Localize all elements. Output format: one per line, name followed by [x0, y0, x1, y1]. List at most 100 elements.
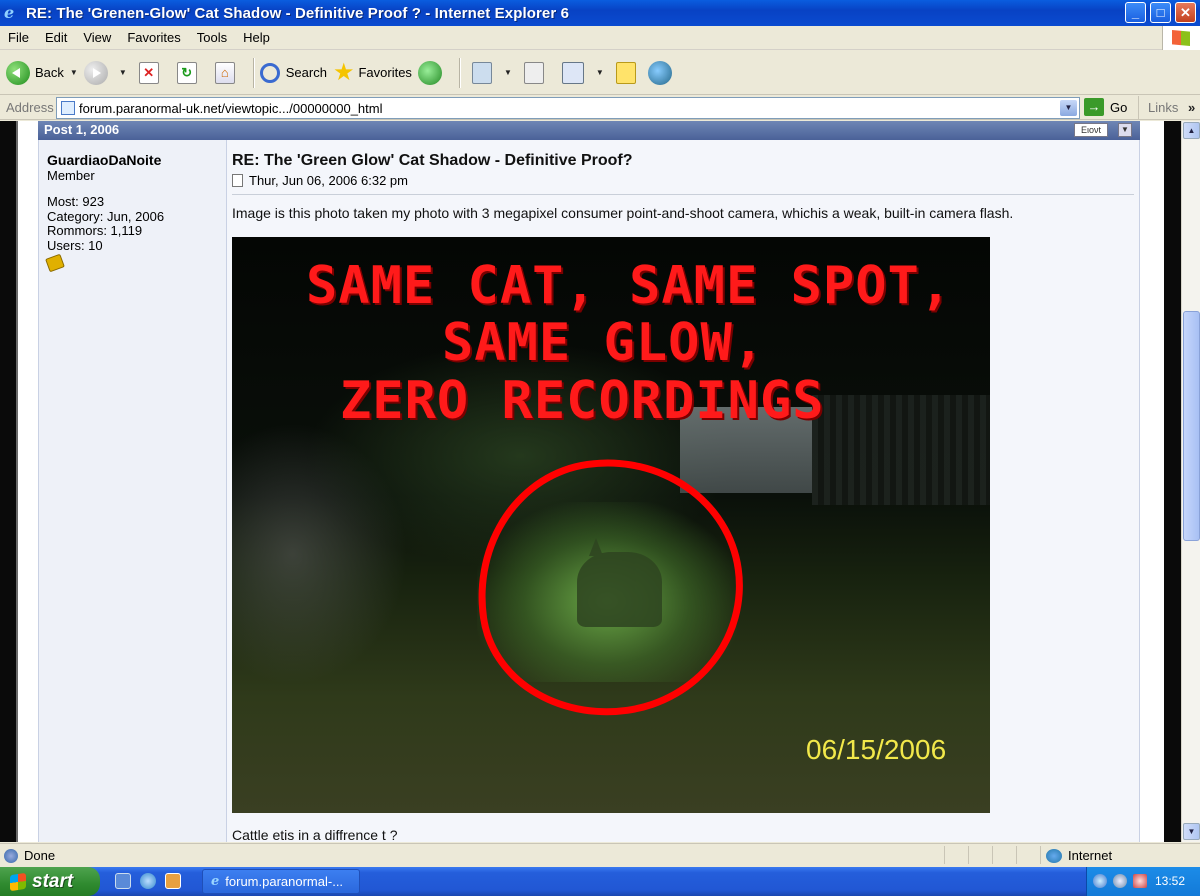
status-text: Done: [24, 848, 56, 863]
address-url: forum.paranormal-uk.net/viewtopic.../000…: [79, 100, 383, 116]
windows-logo-icon: [1162, 26, 1200, 50]
address-input[interactable]: forum.paranormal-uk.net/viewtopic.../000…: [56, 97, 1080, 119]
menu-view[interactable]: View: [75, 30, 119, 45]
overlay-line-2: SAME GLOW,: [442, 313, 766, 373]
status-left: Done: [4, 848, 55, 863]
clock[interactable]: 13:52: [1155, 874, 1185, 888]
links-chevron-icon: »: [1187, 100, 1196, 115]
photo-fence: [812, 395, 990, 505]
home-button[interactable]: ⌂: [209, 56, 241, 90]
discuss-icon: [615, 61, 636, 84]
author-stat: Rommors: 1,119: [47, 223, 143, 238]
network-icon[interactable]: [1093, 874, 1107, 888]
links-button[interactable]: Links »: [1138, 96, 1200, 119]
print-button[interactable]: [518, 56, 550, 90]
menu-help[interactable]: Help: [235, 30, 278, 45]
photo-date-stamp: 06/15/2006: [806, 734, 947, 765]
search-icon: [259, 62, 280, 83]
history-icon: [417, 60, 442, 85]
rank-badge-icon: [45, 253, 65, 273]
volume-icon[interactable]: [1113, 874, 1127, 888]
favorites-star-icon: ★: [332, 58, 355, 86]
go-arrow-icon: →: [1084, 98, 1104, 116]
go-button[interactable]: → Go: [1084, 98, 1127, 116]
ie-logo-icon: e: [4, 3, 15, 22]
favorites-label: Favorites: [358, 65, 412, 80]
zone-label: Internet: [1068, 848, 1113, 863]
security-zone: Internet: [1046, 848, 1112, 863]
search-label: Search: [285, 65, 327, 80]
maximize-button[interactable]: □: [1150, 2, 1171, 23]
toolbar-separator: [458, 57, 460, 88]
stop-button[interactable]: ✕: [133, 56, 165, 90]
forum-page: Post 1, 2006 Eιονt ▼ GuardiaoDaNoite Mem…: [18, 121, 1162, 842]
show-desktop-icon[interactable]: [115, 873, 131, 889]
post-date-row: Thur, Jun 06, 2006 6:32 pm: [232, 173, 1134, 195]
internet-globe-icon: [1046, 848, 1062, 863]
scroll-thumb[interactable]: [1183, 311, 1200, 541]
search-button[interactable]: Search: [259, 56, 327, 90]
refresh-button[interactable]: ↻: [171, 56, 203, 90]
ie-quicklaunch-icon[interactable]: [140, 873, 156, 889]
scroll-down-icon[interactable]: ▼: [1183, 823, 1200, 840]
post-header-dropdown-icon[interactable]: ▼: [1118, 123, 1132, 137]
menu-file[interactable]: File: [0, 30, 37, 45]
home-icon: ⌂: [214, 61, 235, 84]
back-button[interactable]: Back ▼: [6, 56, 78, 90]
post-photo[interactable]: SAME CAT, SAME SPOT, SAME GLOW, ZERO REC…: [232, 237, 990, 813]
overlay-line-1: SAME CAT, SAME SPOT,: [306, 256, 953, 316]
mail-button[interactable]: ▼: [466, 56, 512, 90]
back-dropdown-icon[interactable]: ▼: [70, 68, 78, 77]
discuss-button[interactable]: [610, 56, 642, 90]
address-dropdown-icon[interactable]: ▼: [1060, 100, 1077, 116]
left-border: [0, 121, 18, 842]
close-button[interactable]: ✕: [1175, 2, 1196, 23]
post-header-bar: Post 1, 2006 Eιονt ▼: [38, 121, 1140, 140]
windows-flag-icon: [10, 872, 26, 891]
mail-dropdown-icon[interactable]: ▼: [504, 68, 512, 77]
status-cell: [968, 846, 992, 864]
author-stat: Users: 10: [47, 237, 103, 253]
start-label: start: [32, 870, 74, 892]
address-label: Address: [6, 100, 54, 115]
ie-page-icon: [4, 848, 18, 863]
forward-dropdown-icon[interactable]: ▼: [119, 68, 127, 77]
taskbar-ie-window[interactable]: e forum.paranormal-...: [202, 869, 360, 894]
post-cut-text: Cattle etis in a diffrence t ?: [232, 827, 398, 842]
toolbar-separator: [252, 57, 254, 88]
scroll-up-icon[interactable]: ▲: [1183, 122, 1200, 139]
edit-button[interactable]: ▼: [556, 56, 604, 90]
menu-favorites[interactable]: Favorites: [119, 30, 188, 45]
ie-task-icon: e: [211, 874, 220, 889]
post-header-button[interactable]: Eιονt: [1074, 123, 1108, 137]
minimize-button[interactable]: _: [1125, 2, 1146, 23]
author-stat: Category: Jun, 2006: [47, 208, 165, 224]
right-border: [1144, 121, 1181, 842]
edit-icon: [561, 61, 584, 84]
post-date: Thur, Jun 06, 2006 6:32 pm: [249, 173, 408, 188]
edit-dropdown-icon[interactable]: ▼: [596, 68, 604, 77]
title-bar[interactable]: e RE: The 'Grenen-Glow' Cat Shadow - Def…: [0, 0, 1200, 26]
back-label: Back: [35, 65, 64, 80]
status-bar: Done Internet: [0, 843, 1200, 867]
mail-icon: [471, 61, 492, 84]
menu-tools[interactable]: Tools: [189, 30, 235, 45]
standard-toolbar: Back ▼ ▼ ✕ ↻ ⌂ Search ★ Favorites ▼ ▼: [0, 51, 1200, 95]
post-text: Image is this photo taken my photo with …: [232, 205, 1014, 221]
history-button[interactable]: [417, 56, 447, 90]
security-alert-icon[interactable]: [1133, 874, 1147, 888]
menu-bar: File Edit View Favorites Tools Help: [0, 26, 1200, 50]
start-button[interactable]: start: [0, 867, 100, 896]
author-rank: Member: [47, 168, 95, 183]
author-name[interactable]: GuardiaoDaNoite: [47, 152, 218, 168]
favorites-button[interactable]: ★ Favorites: [333, 56, 412, 90]
page-viewport[interactable]: Post 1, 2006 Eιονt ▼ GuardiaoDaNoite Mem…: [0, 121, 1200, 842]
menu-edit[interactable]: Edit: [37, 30, 75, 45]
media-quicklaunch-icon[interactable]: [165, 873, 181, 889]
ie-window: e RE: The 'Grenen-Glow' Cat Shadow - Def…: [0, 0, 1200, 896]
messenger-button[interactable]: [647, 56, 677, 90]
stop-icon: ✕: [138, 61, 159, 84]
print-icon: [523, 61, 544, 84]
forward-button[interactable]: ▼: [83, 56, 127, 90]
vertical-scrollbar[interactable]: ▲ ▼: [1181, 121, 1200, 842]
